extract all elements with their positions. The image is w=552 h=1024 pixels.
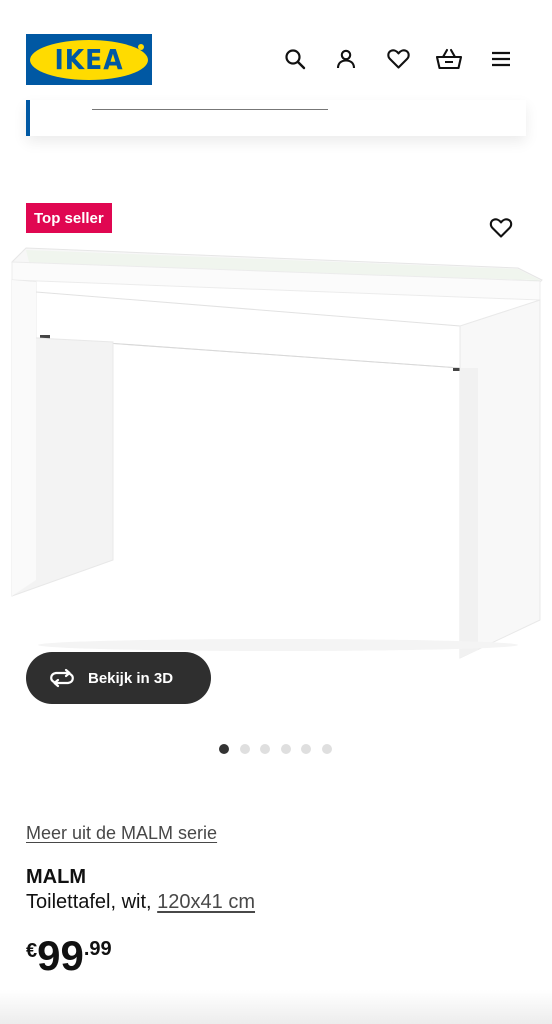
- price-currency: €: [26, 940, 38, 962]
- carousel-dot[interactable]: [219, 744, 229, 754]
- info-banner[interactable]: [26, 100, 526, 136]
- product-name: MALM: [26, 866, 86, 888]
- rotate-3d-icon: [48, 667, 76, 689]
- ikea-logo[interactable]: IKEA: [26, 34, 152, 85]
- carousel-dot[interactable]: [239, 744, 250, 754]
- basket-icon[interactable]: [434, 44, 464, 74]
- site-header: IKEA: [0, 0, 552, 112]
- price-integer: 99: [37, 932, 84, 979]
- logo-text: IKEA: [54, 43, 124, 76]
- series-link[interactable]: Meer uit de MALM serie: [26, 823, 217, 844]
- dimensions-link[interactable]: 120x41 cm: [157, 891, 255, 913]
- carousel-dot[interactable]: [260, 744, 270, 754]
- image-carousel-dots: [219, 744, 342, 754]
- view-in-3d-button[interactable]: Bekijk in 3D: [26, 652, 211, 704]
- carousel-dot[interactable]: [321, 744, 332, 754]
- product-type: Toilettafel, wit,: [26, 891, 152, 913]
- registered-mark: [138, 44, 144, 50]
- carousel-dot[interactable]: [301, 744, 311, 754]
- top-seller-badge: Top seller: [26, 203, 112, 233]
- product-image[interactable]: [8, 240, 548, 670]
- carousel-dot[interactable]: [280, 744, 291, 754]
- add-to-favourites-icon[interactable]: [486, 213, 516, 243]
- heart-icon[interactable]: [383, 44, 413, 74]
- product-description: Toilettafel, wit, 120x41 cm: [26, 891, 255, 914]
- product-price: € 99 .99: [26, 934, 112, 978]
- search-icon[interactable]: [280, 44, 310, 74]
- view-in-3d-label: Bekijk in 3D: [88, 669, 174, 687]
- price-decimal: .99: [83, 938, 112, 960]
- banner-link-underline: [92, 109, 328, 110]
- logo-oval: IKEA: [30, 39, 148, 80]
- user-icon[interactable]: [331, 44, 361, 74]
- menu-icon[interactable]: [486, 44, 516, 74]
- sticky-bar-edge: [0, 990, 552, 1024]
